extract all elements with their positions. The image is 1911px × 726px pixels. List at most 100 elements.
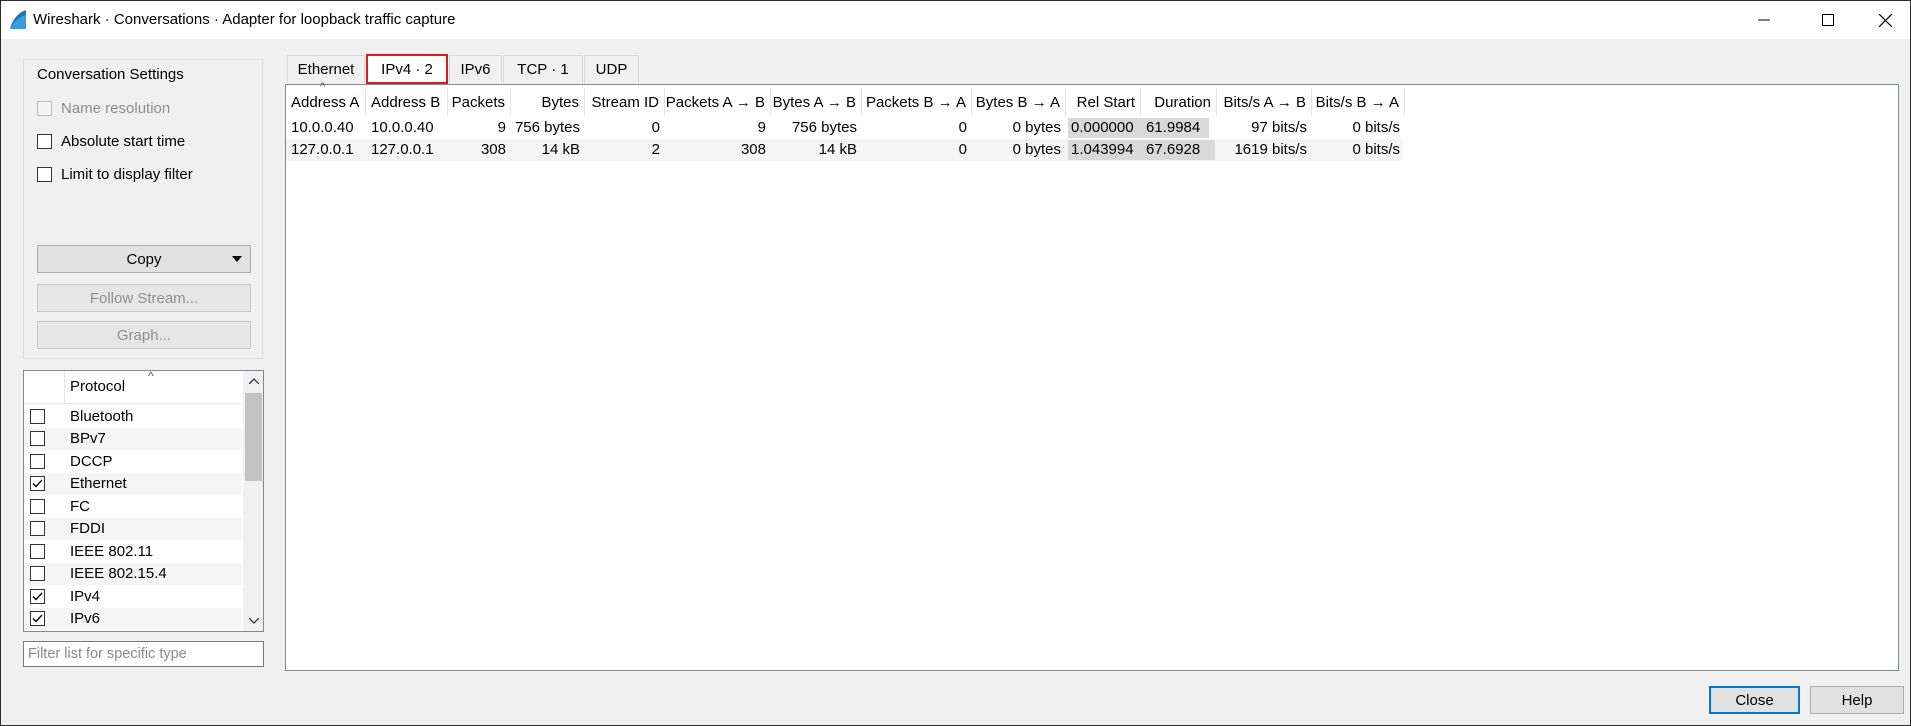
tab-udp[interactable]: UDP [584, 55, 639, 83]
conversation-table[interactable]: Address A Address B Packets Bytes Stream ID P… [285, 81, 1899, 671]
protocol-item[interactable]: IEEE 802.11 [24, 540, 242, 563]
scrollbar-thumb[interactable] [245, 393, 262, 481]
protocol-item[interactable]: BPv7 [24, 427, 242, 450]
table-cell[interactable]: 61.9984 [1141, 117, 1217, 138]
protocol-label: BPv7 [70, 430, 106, 448]
column-divider [64, 371, 65, 404]
protocol-item[interactable]: DCCP [24, 450, 242, 473]
minimize-button[interactable] [1735, 1, 1793, 39]
protocol-checkbox[interactable] [30, 588, 45, 604]
table-cell[interactable]: 14 kB [771, 139, 862, 160]
protocol-checkbox[interactable] [30, 498, 45, 514]
protocol-item[interactable]: Ethernet [24, 472, 242, 495]
table-cell[interactable]: 1.043994 [1066, 139, 1141, 160]
column-header[interactable]: Address A [286, 88, 366, 116]
tab-label: UDP [595, 61, 628, 78]
graph-button[interactable]: Graph... [37, 321, 251, 349]
protocol-checkbox[interactable] [30, 543, 45, 559]
protocol-label: FDDI [70, 520, 105, 538]
protocol-item[interactable]: FDDI [24, 517, 242, 540]
table-cell[interactable]: 0 bytes [972, 139, 1066, 160]
maximize-icon [1822, 14, 1834, 26]
column-header[interactable]: Bits/s B → A [1312, 88, 1405, 116]
protocol-item[interactable]: Bluetooth [24, 405, 242, 428]
protocol-column-header[interactable]: Protocol [70, 378, 125, 395]
table-cell[interactable]: 0 [585, 117, 665, 138]
protocol-checkbox[interactable] [30, 521, 45, 537]
tab-ipv6[interactable]: IPv6 [449, 55, 502, 83]
protocol-filter-input[interactable] [23, 641, 264, 667]
protocol-checkbox[interactable] [30, 431, 45, 447]
column-header[interactable]: Bytes B → A [972, 88, 1066, 116]
close-button[interactable]: Close [1709, 686, 1800, 714]
scroll-up-arrow-icon[interactable] [243, 371, 263, 391]
column-header[interactable]: Address B [366, 88, 448, 116]
copy-button[interactable]: Copy [37, 245, 251, 273]
checkbox-box [37, 134, 52, 149]
table-cell[interactable]: 10.0.0.40 [366, 117, 448, 138]
tab-tcp[interactable]: TCP · 1 [503, 55, 583, 83]
table-cell[interactable]: 1619 bits/s [1217, 139, 1312, 160]
table-cell[interactable]: 0 bytes [972, 117, 1066, 138]
table-cell[interactable]: 0 [862, 139, 972, 160]
sort-ascending-icon: ^ [148, 370, 154, 383]
table-cell[interactable]: 756 bytes [771, 117, 862, 138]
column-header[interactable]: Packets B → A [862, 88, 972, 116]
tab-ipv4[interactable]: IPv4 · 2 [366, 54, 448, 84]
limit-display-filter-checkbox[interactable]: Limit to display filter [37, 166, 193, 183]
protocol-checkbox[interactable] [30, 453, 45, 469]
table-cell[interactable]: 9 [448, 117, 511, 138]
follow-stream-button[interactable]: Follow Stream... [37, 284, 251, 312]
checkbox-box [37, 101, 52, 116]
table-cell[interactable]: 0.000000 [1066, 117, 1141, 138]
help-button[interactable]: Help [1810, 686, 1904, 714]
table-cell[interactable]: 0 [862, 117, 972, 138]
protocol-checkbox[interactable] [30, 476, 45, 492]
table-cell[interactable]: 0 bits/s [1312, 139, 1405, 160]
tab-ethernet[interactable]: Ethernet [287, 55, 365, 83]
protocol-item[interactable]: FC [24, 495, 242, 518]
protocol-item[interactable]: IPv6 [24, 607, 242, 630]
table-cell[interactable]: 2 [585, 139, 665, 160]
copy-button-label: Copy [126, 250, 162, 268]
column-header[interactable]: Duration [1141, 88, 1217, 116]
tab-label: IPv4 · 2 [381, 60, 433, 78]
table-cell[interactable]: 14 kB [511, 139, 585, 160]
table-cell[interactable]: 756 bytes [511, 117, 585, 138]
table-cell[interactable]: 0 bits/s [1312, 117, 1405, 138]
tab-label: TCP · 1 [517, 61, 569, 78]
table-cell[interactable]: 308 [665, 139, 771, 160]
close-icon [1878, 13, 1892, 27]
protocol-item[interactable]: IPv4 [24, 585, 242, 608]
protocol-label: Ethernet [70, 475, 127, 493]
table-cell[interactable]: 67.6928 [1141, 139, 1217, 160]
table-cell[interactable]: 127.0.0.1 [366, 139, 448, 160]
protocol-item[interactable]: IEEE 802.15.4 [24, 562, 242, 585]
name-resolution-checkbox[interactable]: Name resolution [37, 100, 170, 117]
column-header[interactable]: Rel Start [1066, 88, 1141, 116]
protocol-label: IPv6 [70, 610, 101, 628]
close-window-button[interactable] [1856, 1, 1911, 39]
column-header[interactable]: Packets A → B [665, 88, 771, 116]
maximize-button[interactable] [1799, 1, 1857, 39]
tab-label: Ethernet [297, 61, 355, 78]
column-header[interactable]: Stream ID [585, 88, 665, 116]
column-header[interactable]: Bytes [511, 88, 585, 116]
protocol-checkbox[interactable] [30, 408, 45, 424]
table-cell[interactable]: 97 bits/s [1217, 117, 1312, 138]
protocol-list[interactable]: Protocol ^ Bluetooth BPv7 DCCP Ethernet FC FD… [23, 370, 264, 632]
protocol-list-scrollbar[interactable] [243, 371, 263, 631]
protocol-checkbox[interactable] [30, 566, 45, 582]
table-cell[interactable]: 9 [665, 117, 771, 138]
table-cell[interactable]: 308 [448, 139, 511, 160]
scroll-down-arrow-icon[interactable] [243, 611, 263, 631]
absolute-start-time-checkbox[interactable]: Absolute start time [37, 133, 185, 150]
follow-stream-label: Follow Stream... [89, 289, 199, 307]
column-header[interactable]: Packets [448, 88, 511, 116]
table-cell[interactable]: 10.0.0.40 [286, 117, 366, 138]
table-cell[interactable]: 127.0.0.1 [286, 139, 366, 160]
column-header[interactable]: Bits/s A → B [1217, 88, 1312, 116]
protocol-checkbox[interactable] [30, 611, 45, 627]
column-header[interactable]: Bytes A → B [771, 88, 862, 116]
graph-label: Graph... [116, 326, 172, 344]
